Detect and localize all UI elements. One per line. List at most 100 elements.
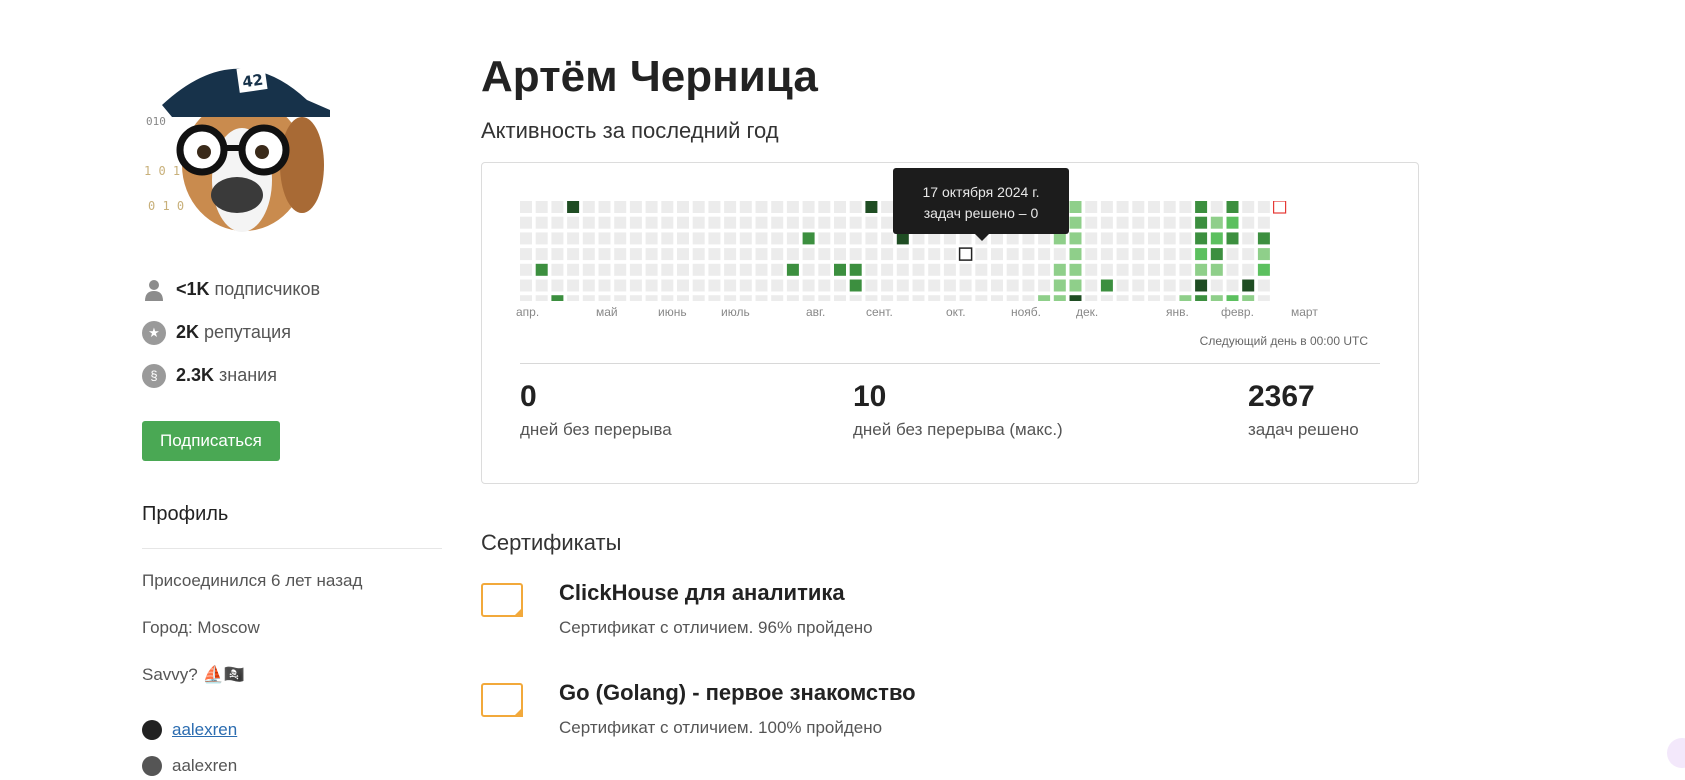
heatmap-cell[interactable] — [865, 295, 878, 301]
github-link[interactable]: aalexren — [172, 720, 237, 740]
heatmap-cell[interactable] — [991, 248, 1003, 261]
heatmap-cell[interactable] — [1006, 295, 1019, 301]
heatmap-cell[interactable] — [598, 248, 611, 261]
heatmap-cell[interactable] — [975, 248, 988, 261]
heatmap-cell[interactable] — [1038, 232, 1051, 245]
heatmap-cell[interactable] — [975, 263, 988, 276]
certificate-item[interactable]: Go (Golang) - первое знакомство Сертифик… — [481, 680, 1421, 756]
heatmap-cell[interactable] — [1132, 263, 1145, 276]
heatmap-cell[interactable] — [802, 295, 815, 301]
heatmap-cell[interactable] — [1116, 201, 1129, 213]
heatmap-cell[interactable] — [1006, 263, 1019, 276]
heatmap-cell[interactable] — [1210, 279, 1223, 292]
heatmap-cell[interactable] — [912, 263, 925, 276]
heatmap-cell[interactable] — [943, 295, 956, 301]
heatmap-cell[interactable] — [692, 295, 705, 301]
heatmap-cell[interactable] — [629, 201, 642, 213]
heatmap-cell[interactable] — [1132, 295, 1145, 301]
heatmap-cell[interactable] — [1226, 201, 1239, 213]
heatmap-cell[interactable] — [1069, 216, 1082, 229]
heatmap-cell[interactable] — [535, 216, 548, 229]
heatmap-cell[interactable] — [582, 216, 595, 229]
heatmap-cell[interactable] — [677, 232, 689, 245]
heatmap-cell[interactable] — [834, 263, 846, 276]
heatmap-cell[interactable] — [1085, 263, 1098, 276]
heatmap-cell[interactable] — [598, 232, 611, 245]
heatmap-cell[interactable] — [629, 263, 642, 276]
heatmap-cell[interactable] — [1226, 279, 1239, 292]
heatmap-cell[interactable] — [661, 248, 674, 261]
heatmap-cell[interactable] — [896, 263, 909, 276]
heatmap-cell[interactable] — [1257, 232, 1270, 245]
heatmap-cell[interactable] — [1132, 232, 1145, 245]
heatmap-cell[interactable] — [1132, 201, 1145, 213]
heatmap-cell[interactable] — [661, 216, 674, 229]
heatmap-cell[interactable] — [991, 232, 1003, 245]
heatmap-cell[interactable] — [1069, 279, 1082, 292]
heatmap-cell[interactable] — [1148, 216, 1160, 229]
heatmap-cell[interactable] — [1053, 232, 1066, 245]
heatmap-cell[interactable] — [1242, 295, 1255, 301]
heatmap-cell[interactable] — [1226, 248, 1239, 261]
heatmap-cell[interactable] — [1226, 216, 1239, 229]
heatmap-cell[interactable] — [1179, 248, 1192, 261]
heatmap-cell[interactable] — [692, 201, 705, 213]
heatmap-cell[interactable] — [1163, 295, 1176, 301]
heatmap-cell[interactable] — [1116, 248, 1129, 261]
heatmap-cell[interactable] — [1179, 232, 1192, 245]
heatmap-cell[interactable] — [834, 295, 846, 301]
heatmap-cell[interactable] — [1226, 295, 1239, 301]
heatmap-cell[interactable] — [724, 295, 737, 301]
heatmap-cell[interactable] — [520, 201, 532, 213]
heatmap-cell[interactable] — [912, 248, 925, 261]
heatmap-cell[interactable] — [724, 232, 737, 245]
heatmap-cell[interactable] — [645, 201, 658, 213]
heatmap-cell[interactable] — [849, 279, 862, 292]
heatmap-cell[interactable] — [896, 248, 909, 261]
heatmap-cell[interactable] — [818, 295, 831, 301]
heatmap-cell[interactable] — [1179, 263, 1192, 276]
heatmap-cell[interactable] — [1242, 263, 1255, 276]
heatmap-cell[interactable] — [582, 248, 595, 261]
heatmap-cell[interactable] — [1163, 232, 1176, 245]
heatmap-cell[interactable] — [1053, 263, 1066, 276]
heatmap-cell[interactable] — [802, 248, 815, 261]
heatmap-cell[interactable] — [802, 263, 815, 276]
heatmap-cell[interactable] — [629, 279, 642, 292]
heatmap-cell[interactable] — [896, 279, 909, 292]
heatmap-cell[interactable] — [739, 232, 752, 245]
heatmap-cell[interactable] — [582, 263, 595, 276]
heatmap-cell[interactable] — [1210, 248, 1223, 261]
heatmap-cell[interactable] — [692, 279, 705, 292]
heatmap-cell[interactable] — [598, 279, 611, 292]
heatmap-cell[interactable] — [912, 232, 925, 245]
heatmap-cell[interactable] — [598, 295, 611, 301]
heatmap-cell[interactable] — [567, 216, 580, 229]
certificate-name[interactable]: ClickHouse для аналитика — [559, 580, 873, 606]
heatmap-cell[interactable] — [677, 248, 689, 261]
heatmap-cell[interactable] — [1257, 216, 1270, 229]
heatmap-cell[interactable] — [567, 248, 580, 261]
heatmap-cell[interactable] — [535, 295, 548, 301]
heatmap-cell[interactable] — [520, 263, 532, 276]
heatmap-cell[interactable] — [1116, 295, 1129, 301]
heatmap-cell[interactable] — [896, 295, 909, 301]
heatmap-cell[interactable] — [1022, 248, 1035, 261]
heatmap-cell[interactable] — [849, 216, 862, 229]
heatmap-cell[interactable] — [849, 232, 862, 245]
heatmap-cell[interactable] — [551, 248, 564, 261]
heatmap-cell[interactable] — [551, 279, 564, 292]
heatmap-cell[interactable] — [582, 232, 595, 245]
heatmap-cell[interactable] — [1038, 263, 1051, 276]
heatmap-cell[interactable] — [1179, 295, 1192, 301]
heatmap-cell[interactable] — [786, 201, 799, 213]
subscribe-button[interactable]: Подписаться — [142, 421, 280, 461]
heatmap-cell[interactable] — [1085, 232, 1098, 245]
heatmap-cell[interactable] — [645, 216, 658, 229]
heatmap-cell[interactable] — [959, 295, 972, 301]
heatmap-cell[interactable] — [661, 263, 674, 276]
heatmap-cell[interactable] — [520, 279, 532, 292]
heatmap-cell[interactable] — [708, 263, 721, 276]
heatmap-cell[interactable] — [1116, 232, 1129, 245]
heatmap-cell[interactable] — [881, 279, 894, 292]
